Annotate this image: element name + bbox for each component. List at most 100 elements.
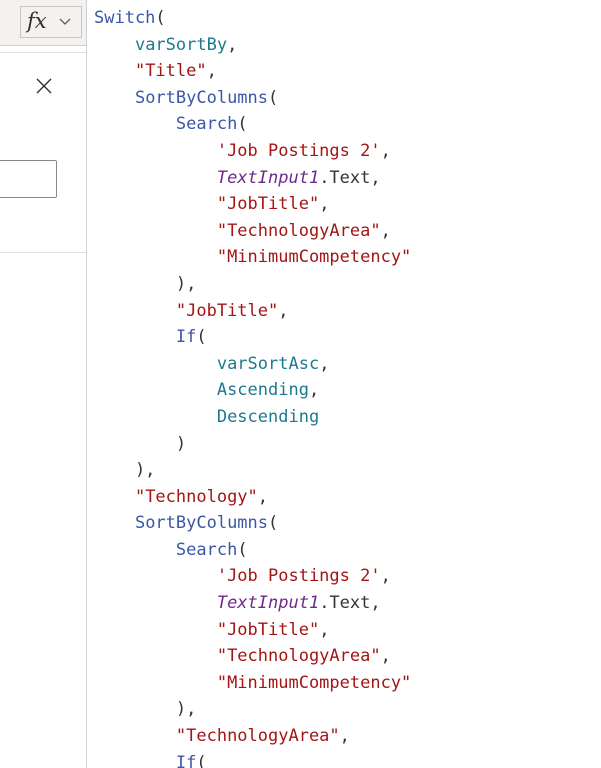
code-token: 'Job Postings 2' — [216, 140, 381, 161]
code-line[interactable]: varSortBy, — [94, 32, 601, 59]
code-token: TextInput1 — [216, 167, 320, 188]
code-token: "Technology" — [134, 486, 258, 507]
code-token: Switch — [94, 8, 156, 28]
code-token: ), — [94, 273, 197, 294]
code-token: "Title" — [134, 61, 207, 82]
code-line[interactable]: If( — [94, 750, 601, 768]
code-token: ), — [94, 699, 197, 720]
code-token: SortByColumns — [134, 513, 269, 534]
code-token: , — [206, 61, 217, 82]
code-token: , — [380, 140, 391, 161]
formula-editor[interactable]: Switch( varSortBy, "Title", SortByColumn… — [94, 5, 601, 768]
divider — [0, 52, 86, 53]
code-token: varSortBy — [134, 34, 228, 55]
code-line[interactable]: Search( — [94, 537, 601, 564]
close-icon[interactable] — [34, 76, 54, 96]
chevron-down-icon — [59, 18, 71, 25]
code-token: "JobTitle" — [175, 300, 279, 321]
code-line[interactable]: TextInput1.Text, — [94, 165, 601, 192]
code-token: ( — [268, 87, 279, 108]
code-token: "TechnologyArea" — [216, 646, 381, 667]
code-line[interactable]: Switch( — [94, 5, 601, 32]
code-token: .Text, — [319, 167, 381, 188]
code-token: , — [380, 646, 391, 667]
fx-label: fx — [27, 9, 47, 33]
code-token: , — [319, 619, 330, 640]
formula-bar-toolbar: fx — [0, 0, 87, 46]
code-line[interactable]: SortByColumns( — [94, 85, 601, 112]
code-token: , — [278, 300, 289, 321]
code-line[interactable]: Ascending, — [94, 377, 601, 404]
code-token: ( — [196, 327, 207, 348]
code-token: , — [257, 486, 269, 507]
code-token: ) — [94, 433, 187, 454]
code-token: "JobTitle" — [216, 619, 320, 640]
code-token: , — [308, 380, 320, 401]
code-line[interactable]: "JobTitle", — [94, 617, 601, 644]
code-token: Ascending — [216, 380, 309, 401]
code-line[interactable]: TextInput1.Text, — [94, 590, 601, 617]
code-token: ( — [237, 114, 248, 135]
code-token: SortByColumns — [134, 87, 269, 108]
code-line[interactable]: If( — [94, 324, 601, 351]
pane-separator — [86, 45, 87, 768]
code-line[interactable]: 'Job Postings 2', — [94, 138, 601, 165]
code-line[interactable]: ), — [94, 696, 601, 723]
code-line[interactable]: ), — [94, 457, 601, 484]
divider — [0, 252, 86, 253]
code-line[interactable]: "TechnologyArea", — [94, 643, 601, 670]
code-token: "TechnologyArea" — [216, 220, 381, 241]
code-line[interactable]: varSortAsc, — [94, 351, 601, 378]
code-token: ( — [155, 8, 166, 28]
code-token: ( — [196, 752, 207, 768]
code-line[interactable]: Search( — [94, 111, 601, 138]
code-line[interactable]: "MinimumCompetency" — [94, 244, 601, 271]
code-line[interactable]: "Technology", — [94, 484, 601, 511]
code-line[interactable]: ) — [94, 431, 601, 458]
code-line[interactable]: ), — [94, 271, 601, 298]
code-token: , — [339, 726, 350, 747]
code-token: If — [175, 327, 197, 348]
code-token: Descending — [216, 406, 320, 427]
code-line[interactable]: "Title", — [94, 58, 601, 85]
left-pane: fx — [0, 0, 88, 768]
code-token: Search — [175, 539, 238, 560]
code-line[interactable]: Descending — [94, 404, 601, 431]
code-token: , — [380, 566, 391, 587]
code-token: "MinimumCompetency" — [216, 672, 412, 693]
code-line[interactable]: "JobTitle", — [94, 298, 601, 325]
code-token: ), — [94, 460, 156, 481]
code-line[interactable]: 'Job Postings 2', — [94, 563, 601, 590]
code-token: Search — [175, 114, 238, 135]
code-line[interactable]: "TechnologyArea", — [94, 723, 601, 750]
code-line[interactable]: "JobTitle", — [94, 191, 601, 218]
code-line[interactable]: SortByColumns( — [94, 510, 601, 537]
code-token: , — [227, 34, 238, 55]
fx-button[interactable]: fx — [20, 6, 82, 38]
code-line[interactable]: "MinimumCompetency" — [94, 670, 601, 697]
code-token: "MinimumCompetency" — [216, 247, 412, 268]
code-line[interactable]: "TechnologyArea", — [94, 218, 601, 245]
code-token: If — [175, 752, 197, 768]
property-input[interactable] — [0, 160, 57, 198]
